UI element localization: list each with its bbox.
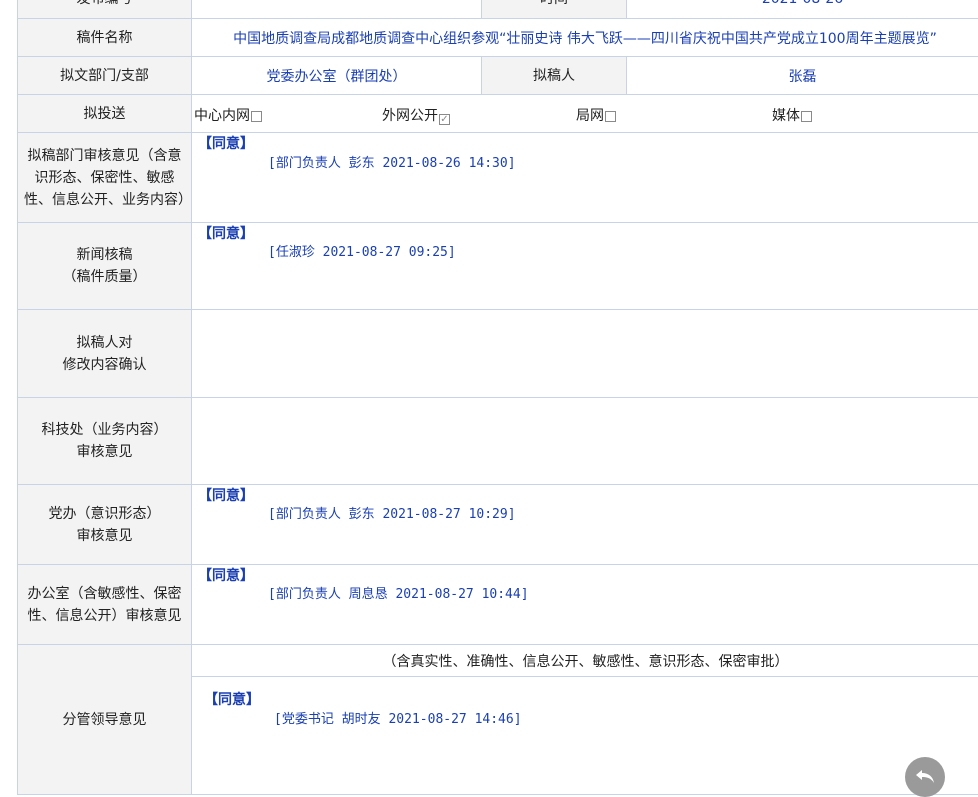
leader-review-note: （含真实性、准确性、信息公开、敏感性、意识形态、保密审批） bbox=[192, 645, 978, 677]
serial-row: 发布编号 时间 2021-08-26 bbox=[17, 0, 978, 19]
send-option-media-label: 媒体 bbox=[772, 108, 800, 124]
tech-review-label: 科技处（业务内容） 审核意见 bbox=[17, 398, 192, 485]
tech-review-row: 科技处（业务内容） 审核意见 bbox=[17, 398, 978, 485]
news-review-row: 新闻核稿 （稿件质量） 【同意】 [任淑珍 2021-08-27 09:25] bbox=[17, 223, 978, 310]
leader-review-row: 分管领导意见 （含真实性、准确性、信息公开、敏感性、意识形态、保密审批） 【同意… bbox=[17, 645, 978, 795]
draft-dept-review-label: 拟稿部门审核意见（含意识形态、保密性、敏感性、信息公开、业务内容） bbox=[17, 133, 192, 223]
drafter-label: 拟稿人 bbox=[482, 57, 627, 95]
drafter-confirm-label: 拟稿人对 修改内容确认 bbox=[17, 310, 192, 398]
draft-dept-review-opinion: 【同意】 [部门负责人 彭东 2021-08-26 14:30] bbox=[192, 133, 978, 223]
draft-dept-review-row: 拟稿部门审核意见（含意识形态、保密性、敏感性、信息公开、业务内容） 【同意】 [… bbox=[17, 133, 978, 223]
news-review-label: 新闻核稿 （稿件质量） bbox=[17, 223, 192, 310]
leader-review-opinion: （含真实性、准确性、信息公开、敏感性、意识形态、保密审批） 【同意】 [党委书记… bbox=[192, 645, 978, 795]
party-review-opinion: 【同意】 [部门负责人 彭东 2021-08-27 10:29] bbox=[192, 485, 978, 565]
agree-badge: 【同意】 bbox=[198, 488, 254, 504]
agree-badge: 【同意】 bbox=[198, 568, 254, 584]
news-review-opinion: 【同意】 [任淑珍 2021-08-27 09:25] bbox=[192, 223, 978, 310]
serial-value bbox=[192, 0, 482, 19]
send-row: 拟投送 中心内网 外网公开 ✓ 局网 媒体 bbox=[17, 95, 978, 133]
send-option-public-label: 外网公开 bbox=[382, 108, 438, 124]
signature: [部门负责人 彭东 2021-08-27 10:29] bbox=[268, 507, 516, 522]
drafter-value: 张磊 bbox=[627, 57, 978, 95]
time-value: 2021-08-26 bbox=[627, 0, 978, 19]
media-checkbox[interactable] bbox=[801, 111, 812, 122]
dept-label: 拟文部门/支部 bbox=[17, 57, 192, 95]
title-label: 稿件名称 bbox=[17, 19, 192, 57]
time-label: 时间 bbox=[482, 0, 627, 19]
send-option-bureau-label: 局网 bbox=[576, 108, 604, 124]
drafter-confirm-label-line1: 拟稿人对 bbox=[76, 334, 133, 351]
send-option-public[interactable]: 外网公开 ✓ bbox=[382, 105, 450, 125]
title-value: 中国地质调查局成都地质调查中心组织参观“壮丽史诗 伟大飞跃——四川省庆祝中国共产… bbox=[192, 19, 978, 57]
party-review-row: 党办（意识形态） 审核意见 【同意】 [部门负责人 彭东 2021-08-27 … bbox=[17, 485, 978, 565]
send-option-intranet-label: 中心内网 bbox=[194, 108, 250, 124]
tech-review-opinion bbox=[192, 398, 978, 485]
send-label: 拟投送 bbox=[17, 95, 192, 133]
party-review-label-line2: 审核意见 bbox=[76, 527, 133, 544]
agree-badge: 【同意】 bbox=[198, 226, 254, 242]
title-row: 稿件名称 中国地质调查局成都地质调查中心组织参观“壮丽史诗 伟大飞跃——四川省庆… bbox=[17, 19, 978, 57]
leader-review-label: 分管领导意见 bbox=[17, 645, 192, 795]
signature: [部门负责人 彭东 2021-08-26 14:30] bbox=[268, 156, 516, 171]
agree-badge: 【同意】 bbox=[204, 692, 260, 708]
office-review-label: 办公室（含敏感性、保密性、信息公开）审核意见 bbox=[17, 565, 192, 645]
send-option-bureau[interactable]: 局网 bbox=[576, 105, 616, 125]
party-review-label: 党办（意识形态） 审核意见 bbox=[17, 485, 192, 565]
party-review-label-line1: 党办（意识形态） bbox=[48, 505, 161, 522]
bureau-checkbox[interactable] bbox=[605, 111, 616, 122]
intranet-checkbox[interactable] bbox=[251, 111, 262, 122]
signature: [任淑珍 2021-08-27 09:25] bbox=[268, 245, 456, 260]
send-option-intranet[interactable]: 中心内网 bbox=[194, 105, 262, 125]
news-review-label-line2: （稿件质量） bbox=[62, 269, 147, 285]
signature: [党委书记 胡时友 2021-08-27 14:46] bbox=[274, 712, 522, 727]
drafter-confirm-row: 拟稿人对 修改内容确认 bbox=[17, 310, 978, 398]
dept-row: 拟文部门/支部 党委办公室（群团处） 拟稿人 张磊 bbox=[17, 57, 978, 95]
back-arrow-glyph bbox=[916, 770, 934, 783]
office-review-row: 办公室（含敏感性、保密性、信息公开）审核意见 【同意】 [部门负责人 周息恳 2… bbox=[17, 565, 978, 645]
news-review-label-line1: 新闻核稿 bbox=[76, 247, 133, 263]
agree-badge: 【同意】 bbox=[198, 136, 254, 152]
serial-label: 发布编号 bbox=[17, 0, 192, 19]
tech-review-label-line1: 科技处（业务内容） bbox=[41, 422, 168, 438]
send-option-media[interactable]: 媒体 bbox=[772, 105, 812, 125]
drafter-confirm-opinion bbox=[192, 310, 978, 398]
send-options: 中心内网 外网公开 ✓ 局网 媒体 bbox=[192, 95, 978, 133]
back-arrow-icon[interactable] bbox=[905, 757, 945, 797]
tech-review-label-line2: 审核意见 bbox=[76, 444, 133, 460]
public-checkbox[interactable]: ✓ bbox=[439, 114, 450, 125]
office-review-opinion: 【同意】 [部门负责人 周息恳 2021-08-27 10:44] bbox=[192, 565, 978, 645]
signature: [部门负责人 周息恳 2021-08-27 10:44] bbox=[268, 587, 529, 602]
dept-value: 党委办公室（群团处） bbox=[192, 57, 482, 95]
drafter-confirm-label-line2: 修改内容确认 bbox=[62, 356, 147, 373]
